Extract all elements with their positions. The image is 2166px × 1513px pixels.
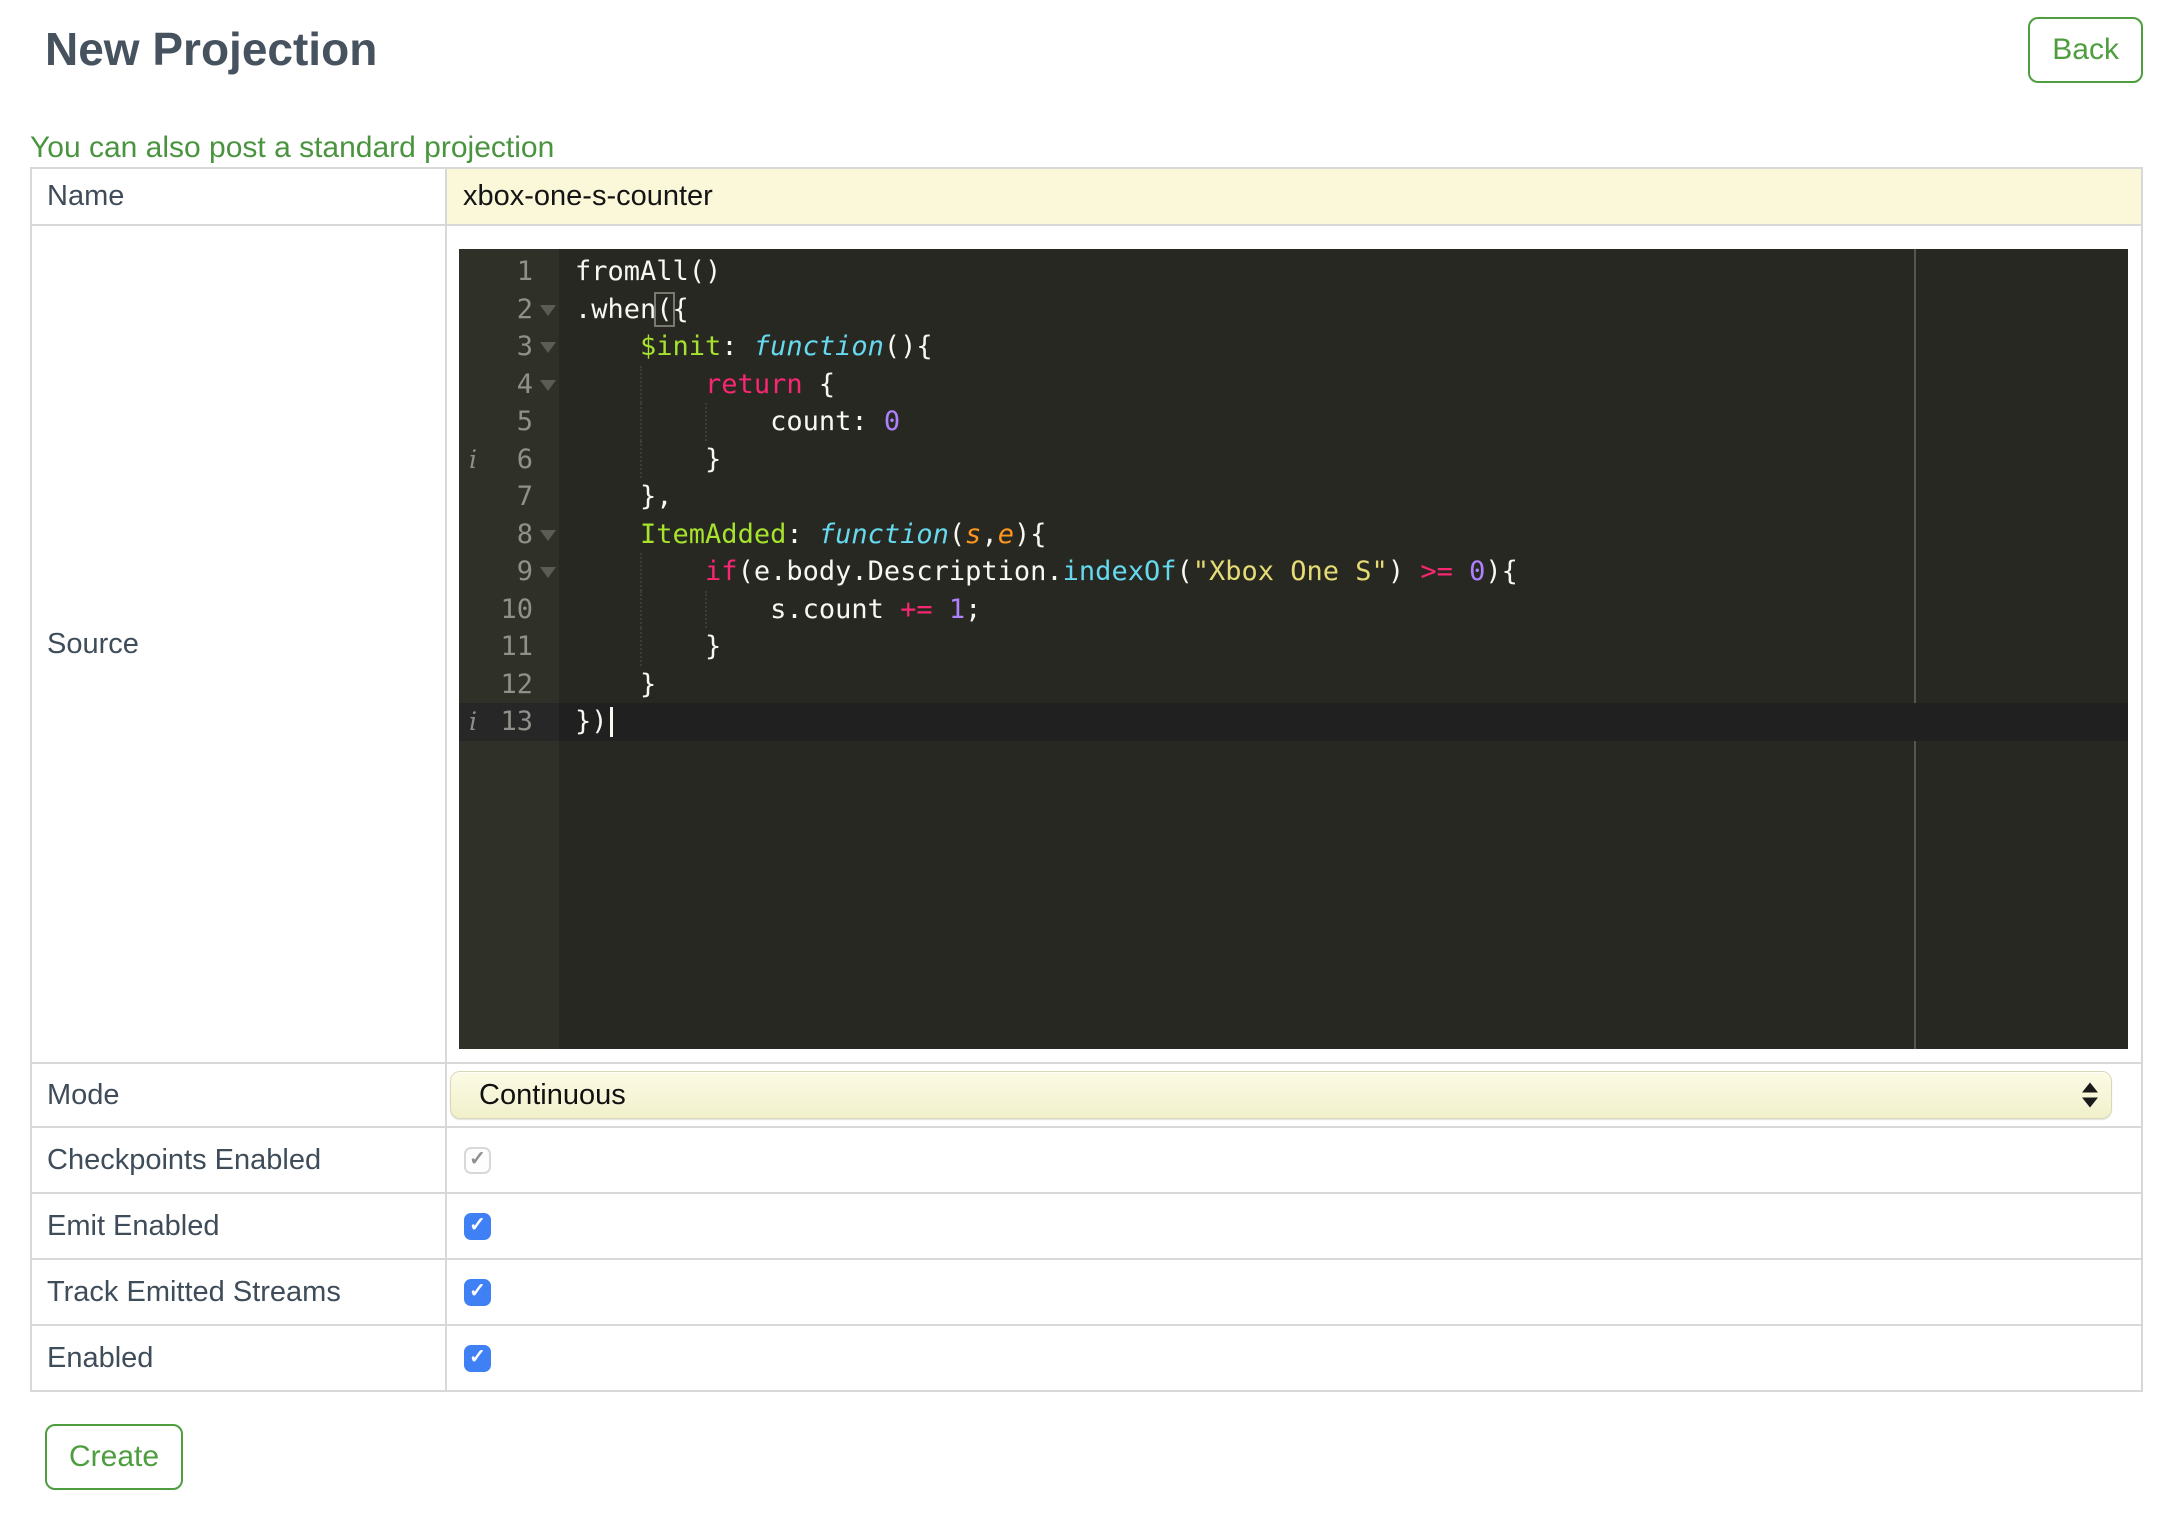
code-line[interactable]: if(e.body.Description.indexOf("Xbox One …	[559, 553, 2128, 591]
name-row: Name	[30, 167, 2143, 226]
code-line[interactable]: $init: function(){	[559, 328, 2128, 366]
track-emitted-streams-checkbox[interactable]: ✓	[464, 1278, 491, 1306]
checkpoints-enabled-checkbox[interactable]: ✓	[464, 1146, 491, 1174]
editor-gutter: 1 2 3 4 5 i 6 7 8 9 10 11 12 i 13	[459, 249, 559, 1049]
back-button[interactable]: Back	[2028, 17, 2143, 83]
indent-guide	[705, 590, 707, 628]
code-line[interactable]: count: 0	[559, 403, 2128, 441]
enabled-checkbox[interactable]: ✓	[464, 1344, 491, 1372]
fold-widget-icon[interactable]	[540, 304, 556, 316]
mode-row: Mode Continuous	[30, 1062, 2143, 1128]
check-icon: ✓	[469, 1148, 486, 1170]
text-cursor	[609, 707, 613, 737]
source-code-editor[interactable]: 1 2 3 4 5 i 6 7 8 9 10 11 12 i 13 fromAll() .when({ $in…	[459, 249, 2128, 1049]
line-number: 12	[500, 668, 533, 700]
code-line[interactable]: .when({	[559, 291, 2128, 329]
projection-name-input[interactable]	[447, 169, 2141, 224]
fold-widget-icon[interactable]	[540, 567, 556, 578]
line-number: 5	[516, 406, 533, 437]
indent-guide	[640, 590, 642, 628]
line-number: 2	[516, 293, 533, 325]
emit-enabled-label: Emit Enabled	[30, 1192, 447, 1260]
code-line[interactable]: return {	[559, 365, 2128, 403]
page-title: New Projection	[45, 23, 378, 75]
code-line[interactable]: }	[559, 628, 2128, 666]
emit-enabled-checkbox[interactable]: ✓	[464, 1212, 491, 1240]
code-line[interactable]: })	[559, 703, 2128, 741]
code-line[interactable]: fromAll()	[559, 253, 2128, 291]
code-line[interactable]: }	[559, 440, 2128, 478]
source-row: Source 1 2 3 4 5 i 6 7 8 9 10 11 12 i 13 fromAll() .whe…	[30, 224, 2143, 1064]
create-button[interactable]: Create	[45, 1424, 184, 1490]
indent-guide	[640, 365, 642, 403]
fold-widget-icon[interactable]	[540, 342, 556, 353]
check-icon: ✓	[469, 1346, 486, 1368]
page-header: New Projection Back	[30, 16, 2143, 83]
track-emitted-streams-row: Track Emitted Streams ✓	[30, 1258, 2143, 1326]
check-icon: ✓	[469, 1280, 486, 1302]
code-line[interactable]: },	[559, 478, 2128, 516]
checkpoints-enabled-label: Checkpoints Enabled	[30, 1126, 447, 1194]
check-icon: ✓	[469, 1214, 486, 1236]
enabled-label: Enabled	[30, 1324, 447, 1392]
info-annotation-icon: i	[469, 444, 477, 474]
editor-code-area[interactable]: fromAll() .when({ $init: function(){ retu…	[559, 249, 2128, 1049]
code-line[interactable]: }	[559, 666, 2128, 704]
code-line[interactable]: s.count += 1;	[559, 590, 2128, 628]
projection-form-table: Name Source 12345i6789101112i13 fromAll(…	[30, 167, 2143, 1392]
checkpoints-enabled-row: Checkpoints Enabled ✓	[30, 1126, 2143, 1194]
line-number: 9	[516, 556, 533, 587]
indent-guide	[640, 628, 642, 666]
line-number: 8	[516, 518, 533, 550]
standard-projection-link[interactable]: You can also post a standard projection	[30, 129, 554, 167]
line-number: 7	[516, 481, 533, 512]
name-label: Name	[30, 167, 447, 226]
fold-widget-icon[interactable]	[540, 529, 556, 541]
indent-guide	[640, 403, 642, 441]
fold-widget-icon[interactable]	[540, 379, 556, 391]
indent-guide	[705, 403, 707, 441]
line-number: 6	[516, 443, 533, 475]
indent-guide	[640, 440, 642, 478]
line-number: 4	[516, 368, 533, 400]
line-number: 13	[500, 706, 533, 737]
line-number: 11	[500, 631, 533, 662]
emit-enabled-row: Emit Enabled ✓	[30, 1192, 2143, 1260]
line-number: 1	[516, 256, 533, 287]
enabled-row: Enabled ✓	[30, 1324, 2143, 1392]
indent-guide	[640, 553, 642, 591]
mode-select[interactable]: Continuous	[450, 1071, 2112, 1119]
info-annotation-icon: i	[469, 707, 477, 736]
code-line[interactable]: ItemAdded: function(s,e){	[559, 516, 2128, 554]
source-label: Source	[30, 224, 447, 1064]
line-number: 3	[516, 331, 533, 362]
track-emitted-streams-label: Track Emitted Streams	[30, 1258, 447, 1326]
line-number: 10	[500, 593, 533, 625]
mode-label: Mode	[30, 1062, 447, 1128]
